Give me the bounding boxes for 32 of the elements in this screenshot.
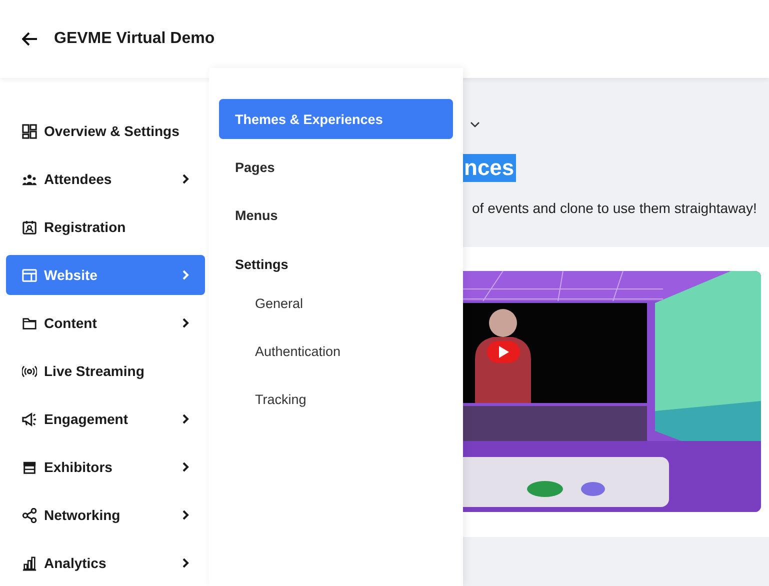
broadcast-icon — [22, 364, 37, 378]
submenu-item[interactable]: Authentication — [219, 331, 453, 371]
submenu-item[interactable]: Menus — [219, 195, 453, 235]
sidebar-item[interactable]: Attendees — [6, 159, 205, 199]
page-heading: nces — [463, 154, 516, 182]
event-title: GEVME Virtual Demo — [54, 30, 215, 48]
dashboard-icon — [22, 124, 37, 138]
id-badge-icon — [22, 220, 37, 234]
section-heading: Settings — [234, 256, 290, 273]
storefront-icon — [22, 460, 37, 474]
sidebar-item[interactable]: Engagement — [6, 399, 205, 439]
chevron-down-icon[interactable] — [470, 120, 480, 130]
back-arrow-icon[interactable] — [22, 32, 38, 46]
sidebar-item[interactable]: Content — [6, 303, 205, 343]
page-description: of events and clone to use them straightaway! — [472, 200, 758, 216]
submenu-item[interactable]: Tracking — [219, 379, 453, 419]
sidebar-item[interactable]: Registration — [6, 207, 205, 247]
sidebar-item[interactable]: Analytics — [6, 543, 205, 583]
sidebar-item[interactable]: Live Streaming — [6, 351, 205, 391]
submenu-item[interactable]: General — [219, 283, 453, 323]
sidebar-item[interactable]: Networking — [6, 495, 205, 535]
sidebar-item[interactable]: Website — [6, 255, 205, 295]
folder-icon — [22, 316, 37, 330]
megaphone-icon — [22, 412, 37, 426]
bar-chart-icon — [22, 556, 37, 570]
share-nodes-icon — [22, 508, 37, 522]
sidebar-item[interactable]: Exhibitors — [6, 447, 205, 487]
submenu-item[interactable]: Themes & Experiences — [219, 99, 453, 139]
browser-window-icon — [22, 268, 37, 282]
sidebar-item[interactable]: Overview & Settings — [6, 111, 205, 151]
people-icon — [22, 172, 37, 186]
submenu-item[interactable]: Pages — [219, 147, 453, 187]
